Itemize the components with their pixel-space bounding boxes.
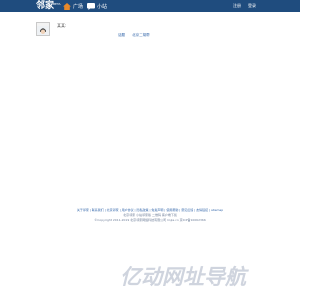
footer: 关于邻家 | 联系我们 | 北京邻家 | 用户协议 | 隐私政策 | 免责声明 … (0, 208, 300, 223)
site-logo[interactable]: 邻家 (36, 0, 54, 12)
home-icon (63, 2, 71, 10)
profile-link-group[interactable]: 北京二胡帮 (132, 33, 150, 37)
profile-links: 话题 北京二胡帮 (118, 33, 156, 38)
user-avatar-icon (37, 26, 49, 35)
top-nav-bar: 邻家 BETA 广场 小站 注册 登录 (0, 0, 300, 12)
nav-plaza[interactable]: 广场 (63, 0, 83, 12)
footer-link-list[interactable]: 关于邻家 | 联系我们 | 北京邻家 | 用户协议 | 隐私政策 | 免责声明 … (77, 208, 223, 212)
login-link[interactable]: 登录 (248, 0, 256, 12)
beta-badge: BETA (53, 2, 61, 6)
profile-link-topics[interactable]: 话题 (118, 33, 125, 37)
footer-copyright: ©Copyright 2011-2019 北京邻家网络科技有限公司 linjia… (94, 218, 206, 222)
avatar[interactable] (36, 22, 50, 36)
watermark-logo: 亿动网址导航 (120, 265, 246, 289)
nav-station-label: 小站 (97, 3, 108, 10)
register-link[interactable]: 注册 (233, 0, 241, 12)
nav-plaza-label: 广场 (73, 3, 84, 10)
username: 某某: (57, 23, 67, 28)
chat-bubble-icon (87, 2, 95, 10)
nav-station[interactable]: 小站 (87, 0, 107, 12)
